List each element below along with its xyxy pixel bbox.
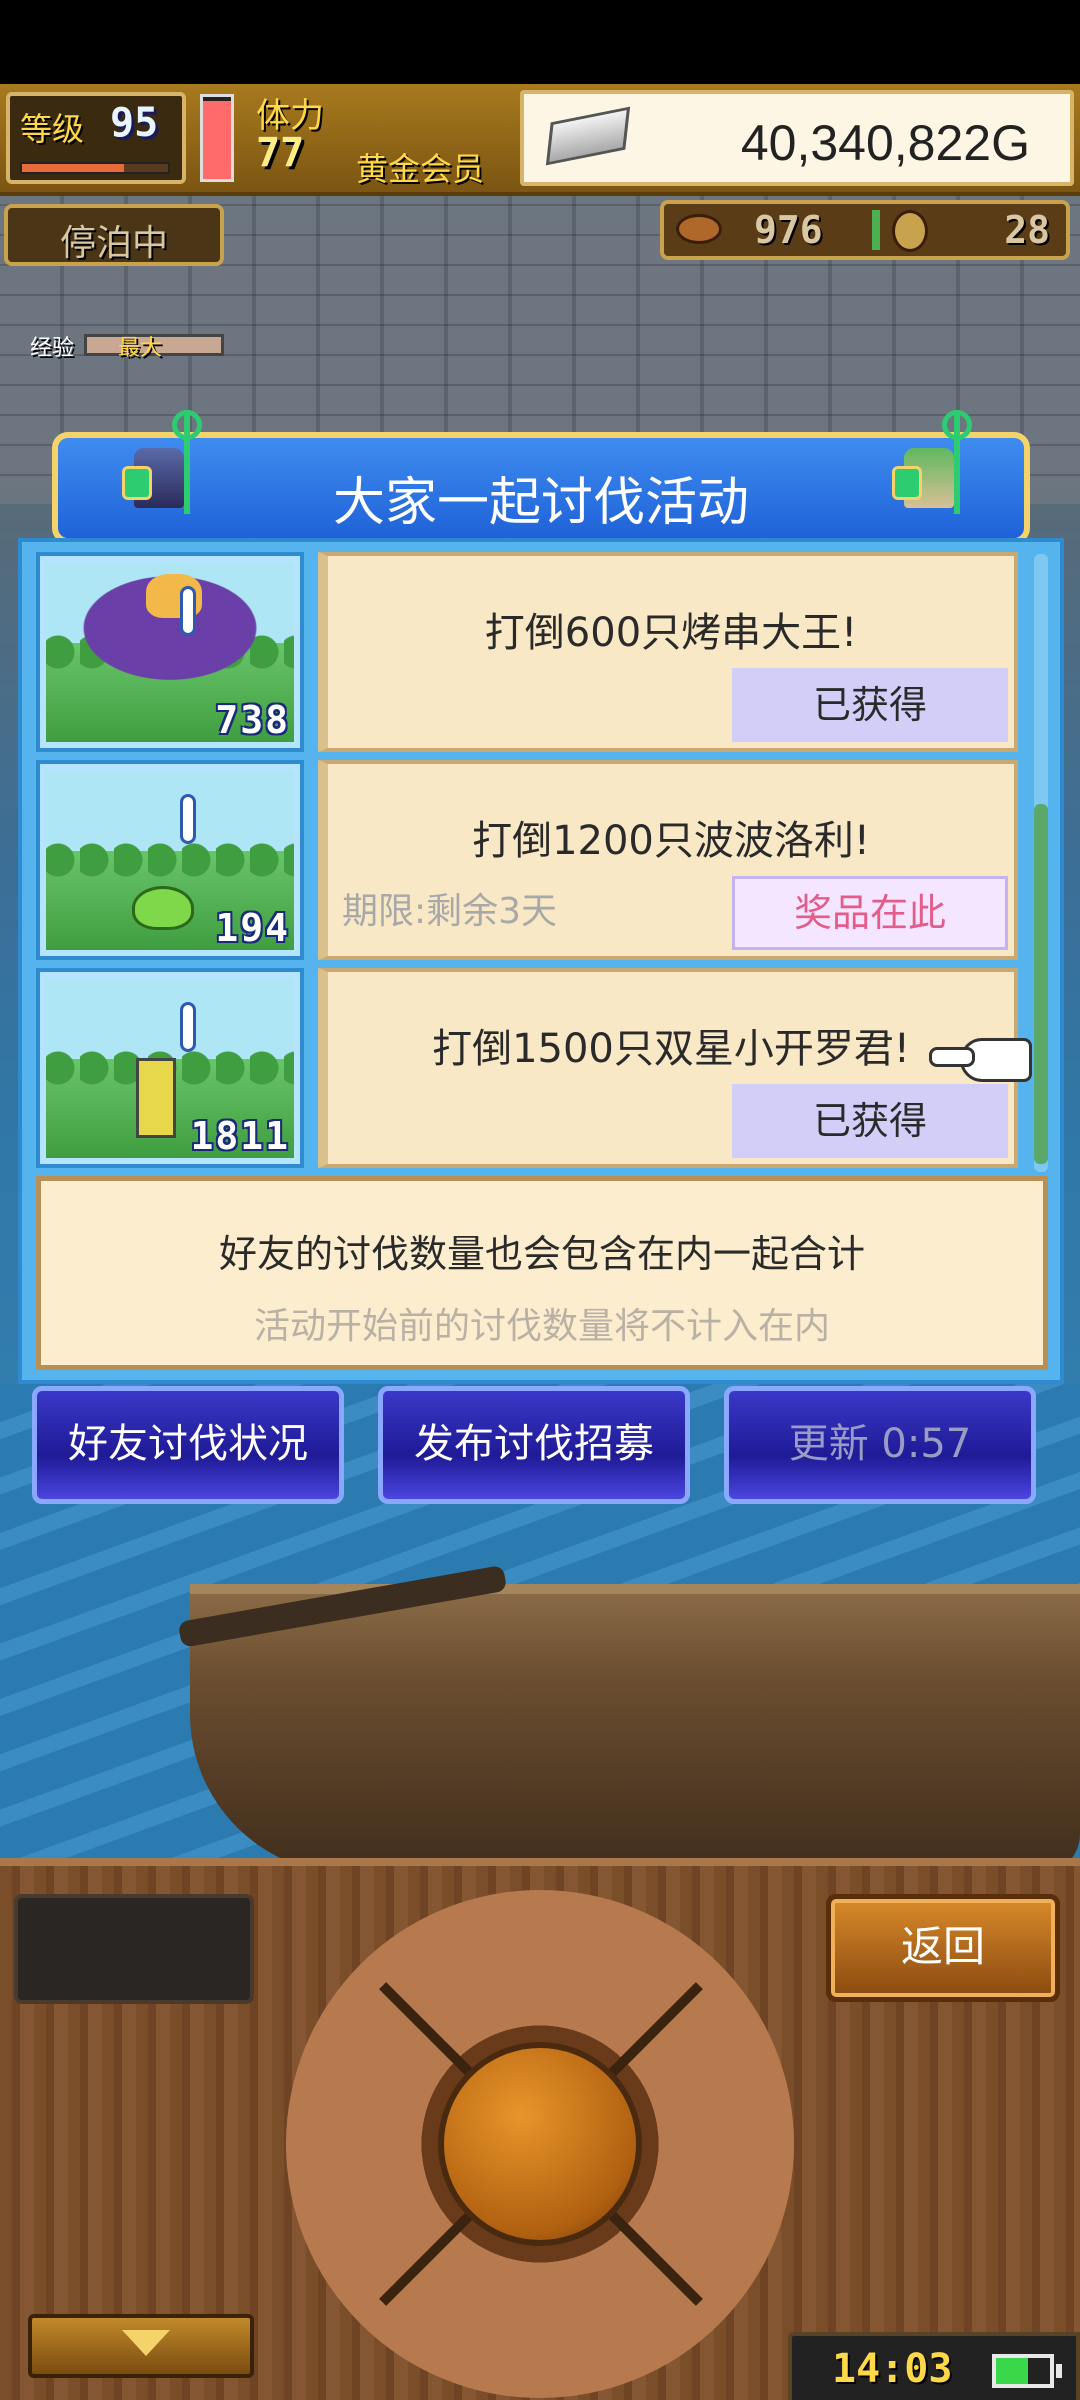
exp-label: 经验 xyxy=(30,336,75,361)
exclamation-icon xyxy=(180,794,196,844)
reward-button[interactable]: 奖品在此 xyxy=(732,876,1008,950)
resource-bar: 976 28 xyxy=(660,200,1070,260)
event-panel: 738 打倒600只烤串大王! 已获得 194 打倒1200只波波洛利! 期限:… xyxy=(18,538,1064,1384)
quest-card: 打倒1200只波波洛利! 期限:剩余3天 奖品在此 xyxy=(318,760,1018,960)
membership-badge: 黄金会员 xyxy=(356,150,485,188)
gold-value: 40,340,822G xyxy=(740,115,1030,171)
pointer-hand-icon xyxy=(929,1038,1032,1082)
food-count: 976 xyxy=(754,208,823,252)
event-title-bar: 大家一起讨伐活动 xyxy=(52,410,1030,544)
exclamation-icon xyxy=(180,586,196,636)
arrow-down-icon xyxy=(122,2330,170,2356)
control-panel: 返回 14:03 xyxy=(0,1858,1080,2400)
hp-gauge xyxy=(200,94,234,182)
scrollbar-thumb[interactable] xyxy=(1034,804,1048,1164)
silver-bar-icon xyxy=(545,106,631,166)
resource-divider xyxy=(872,210,880,250)
quest-card: 打倒600只烤串大王! 已获得 xyxy=(318,552,1018,752)
exclamation-icon xyxy=(180,1002,196,1052)
ship xyxy=(190,1584,1080,1860)
event-note: 好友的讨伐数量也会包含在内一起合计 活动开始前的讨伐数量将不计入在内 xyxy=(36,1176,1048,1370)
quest-text: 打倒1500只双星小开罗君! xyxy=(432,1026,910,1072)
menu-toggle-button[interactable] xyxy=(28,2314,254,2378)
scrollbar[interactable] xyxy=(1034,554,1048,1172)
quest-row: 1811 打倒1500只双星小开罗君! 已获得 xyxy=(36,968,1026,1168)
claimed-button[interactable]: 已获得 xyxy=(732,668,1008,742)
top-hud: 等级 95 体力 77 黄金会员 40,340,822G xyxy=(0,84,1080,196)
slime-monster-icon xyxy=(132,886,194,930)
quest-thumbnail: 1811 xyxy=(36,968,304,1168)
kill-count: 194 xyxy=(215,906,290,950)
kill-count: 738 xyxy=(215,698,290,742)
note-subline: 活动开始前的讨伐数量将不计入在内 xyxy=(253,1306,830,1347)
level-progress-fill xyxy=(22,164,125,172)
empty-slot xyxy=(14,1894,254,2004)
quest-row: 194 打倒1200只波波洛利! 期限:剩余3天 奖品在此 xyxy=(36,760,1026,960)
stamina-value: 77 xyxy=(256,130,305,176)
gold-display: 40,340,822G xyxy=(520,90,1074,186)
post-recruitment-button[interactable]: 发布讨伐招募 xyxy=(378,1386,690,1504)
quest-thumbnail: 194 xyxy=(36,760,304,960)
note-line: 好友的讨伐数量也会包含在内一起合计 xyxy=(218,1232,865,1276)
battery-fill xyxy=(996,2358,1029,2384)
level-label: 等级 xyxy=(20,110,85,148)
level-value: 95 xyxy=(110,100,159,146)
coin-icon xyxy=(892,210,928,252)
food-icon xyxy=(676,214,722,244)
elf-character-icon xyxy=(892,410,984,520)
battery-icon xyxy=(992,2354,1062,2388)
event-title: 大家一起讨伐活动 xyxy=(332,473,749,533)
quest-row: 738 打倒600只烤串大王! 已获得 xyxy=(36,552,1026,752)
refresh-button[interactable]: 更新 0:57 xyxy=(724,1386,1036,1504)
level-progress-bar xyxy=(20,162,170,174)
back-button[interactable]: 返回 xyxy=(826,1894,1060,2002)
dock-status-label: 停泊中 xyxy=(59,223,168,264)
clock: 14:03 xyxy=(832,2346,953,2392)
level-box: 等级 95 xyxy=(6,92,186,184)
deadline-text: 期限:剩余3天 xyxy=(342,891,558,932)
dpad[interactable] xyxy=(286,1890,794,2398)
coin-count: 28 xyxy=(1004,208,1050,252)
dpad-center-button[interactable] xyxy=(438,2042,642,2246)
quest-thumbnail: 738 xyxy=(36,552,304,752)
robot-monster-icon xyxy=(136,1058,176,1138)
friends-status-button[interactable]: 好友讨伐状况 xyxy=(32,1386,344,1504)
quest-card: 打倒1500只双星小开罗君! 已获得 xyxy=(318,968,1018,1168)
quest-text: 打倒600只烤串大王! xyxy=(484,610,858,656)
exp-max-label: 最大 xyxy=(118,336,163,361)
quest-text: 打倒1200只波波洛利! xyxy=(472,818,870,864)
kill-count: 1811 xyxy=(190,1114,290,1158)
clock-box: 14:03 xyxy=(788,2332,1080,2400)
hp-gauge-fill xyxy=(203,101,231,179)
dock-status: 停泊中 xyxy=(4,204,224,266)
claimed-button[interactable]: 已获得 xyxy=(732,1084,1008,1158)
